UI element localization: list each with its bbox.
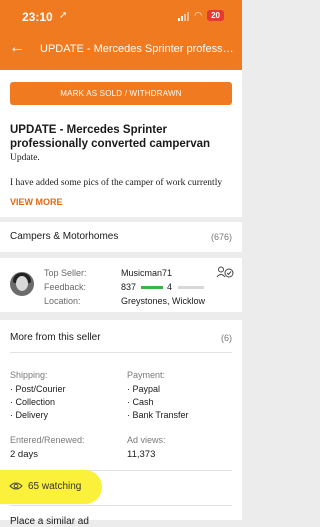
view-more-link[interactable]: VIEW MORE <box>10 197 63 207</box>
shipping-item: · Collection <box>10 397 56 407</box>
more-from-seller-label[interactable]: More from this seller <box>10 332 101 343</box>
mark-as-sold-button[interactable]: MARK AS SOLD / WITHDRAWN <box>10 82 232 105</box>
ad-views-value: 11,373 <box>127 449 156 460</box>
ad-description-line: Update. <box>10 153 40 163</box>
feedback-positive-bar <box>141 286 163 289</box>
ad-title: UPDATE - Mercedes Sprinter professionall… <box>10 124 211 150</box>
more-from-seller-count: (6) <box>221 333 232 343</box>
payment-item: · Paypal <box>127 384 161 394</box>
payment-item: · Cash <box>127 397 154 407</box>
status-time: 23:10 <box>22 10 53 24</box>
watching-count[interactable]: 65 watching <box>28 481 81 492</box>
app-bar: ← UPDATE - Mercedes Sprinter professiona… <box>0 36 242 64</box>
seller-name[interactable]: Musicman71 <box>121 268 172 278</box>
divider <box>10 505 232 506</box>
payment-label: Payment: <box>127 370 166 380</box>
battery-indicator: 20 <box>207 10 224 21</box>
status-icons: ◠ 20 <box>178 10 224 21</box>
location-label: Location: <box>44 296 81 306</box>
top-seller-label: Top Seller: <box>44 268 87 278</box>
feedback-positive: 837 <box>121 282 137 292</box>
avatar <box>10 272 34 296</box>
user-check-icon[interactable] <box>216 266 234 278</box>
ad-description-line: I have added some pics of the camper of … <box>10 178 223 188</box>
location-arrow-icon: ➚ <box>59 10 68 21</box>
shipping-label: Shipping: <box>10 370 48 380</box>
ad-views-label: Ad views: <box>127 435 166 445</box>
place-similar-ad-link[interactable]: Place a similar ad <box>10 516 89 527</box>
feedback-label: Feedback: <box>44 282 87 292</box>
payment-item: · Bank Transfer <box>127 410 189 420</box>
entered-renewed-value: 2 days <box>10 449 38 460</box>
shipping-item: · Delivery <box>10 410 49 420</box>
shipping-item: · Post/Courier <box>10 384 66 394</box>
eye-icon[interactable] <box>9 481 23 491</box>
entered-renewed-label: Entered/Renewed: <box>10 435 85 445</box>
status-bar: 23:10 ➚ ◠ 20 <box>0 0 242 34</box>
arrow-left-icon[interactable]: ← <box>9 39 25 57</box>
divider <box>10 352 232 353</box>
page-title: UPDATE - Mercedes Sprinter professiona..… <box>40 43 236 55</box>
location-value: Greystones, Wicklow <box>121 296 206 306</box>
category-count: (676) <box>210 232 232 242</box>
category-label: Campers & Motorhomes <box>10 231 119 242</box>
signal-icon <box>178 11 190 21</box>
wifi-icon: ◠ <box>194 10 203 20</box>
feedback-negative: 4 <box>167 282 173 292</box>
feedback-negative-bar <box>178 286 204 289</box>
